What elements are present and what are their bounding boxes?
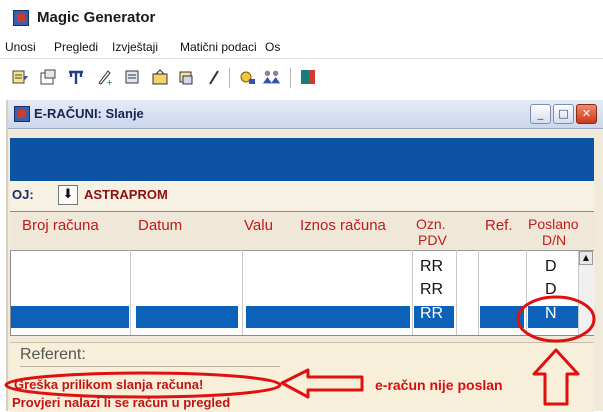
error-highlight-ellipse [4, 371, 282, 399]
annotation-overlay [4, 295, 596, 406]
status-highlight-ellipse [516, 295, 596, 343]
left-arrow-icon [280, 368, 364, 399]
annotation-text: e-račun nije poslan [375, 377, 503, 393]
up-arrow-icon [532, 348, 580, 406]
